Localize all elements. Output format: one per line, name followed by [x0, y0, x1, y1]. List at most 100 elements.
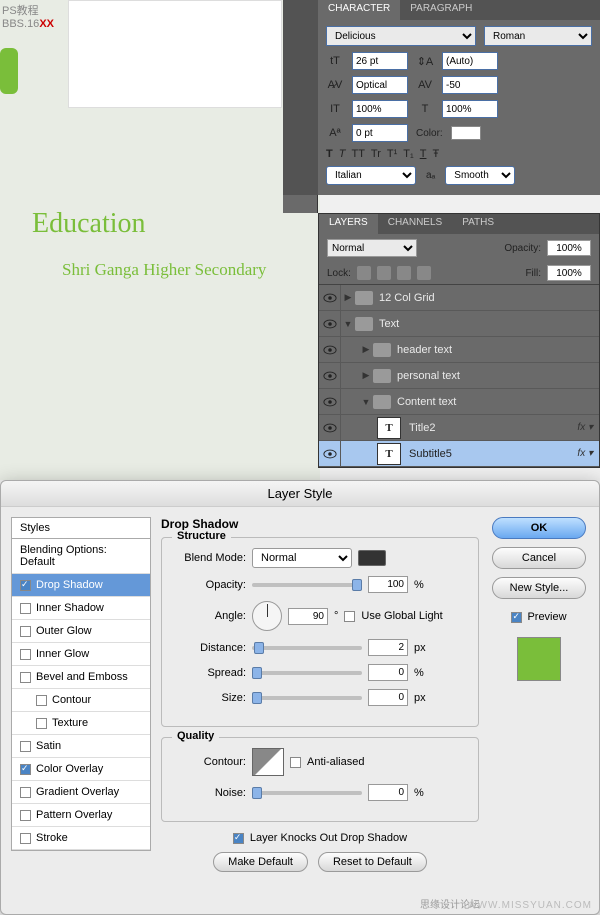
contour-picker[interactable]	[252, 748, 284, 776]
size-slider[interactable]	[252, 696, 362, 700]
ok-button[interactable]: OK	[492, 517, 586, 539]
language-select[interactable]: Italian	[326, 166, 416, 185]
layer-row[interactable]: ▶personal text	[319, 363, 599, 389]
style-item[interactable]: Gradient Overlay	[12, 781, 150, 804]
layer-opacity-input[interactable]	[547, 240, 591, 256]
layer-row[interactable]: ▼Text	[319, 311, 599, 337]
angle-input[interactable]	[288, 608, 328, 625]
lock-transparent-icon[interactable]	[357, 266, 371, 280]
visibility-eye-icon[interactable]	[319, 337, 341, 362]
spread-slider[interactable]	[252, 671, 362, 675]
allcaps-button[interactable]: TT	[351, 148, 364, 160]
knockout-checkbox[interactable]	[233, 833, 244, 844]
reset-default-button[interactable]: Reset to Default	[318, 852, 427, 872]
layer-row[interactable]: ▼Content text	[319, 389, 599, 415]
style-checkbox[interactable]	[20, 764, 31, 775]
style-item[interactable]: Inner Glow	[12, 643, 150, 666]
style-checkbox[interactable]	[20, 810, 31, 821]
font-size-input[interactable]	[352, 52, 408, 70]
tab-paragraph[interactable]: PARAGRAPH	[400, 0, 482, 20]
blending-options-item[interactable]: Blending Options: Default	[12, 539, 150, 574]
font-style-select[interactable]: Roman	[484, 26, 592, 46]
tab-character[interactable]: CHARACTER	[318, 0, 400, 20]
style-checkbox[interactable]	[36, 695, 47, 706]
preview-checkbox[interactable]	[511, 612, 522, 623]
style-item[interactable]: Color Overlay	[12, 758, 150, 781]
visibility-eye-icon[interactable]	[319, 441, 341, 466]
style-item[interactable]: Bevel and Emboss	[12, 666, 150, 689]
style-checkbox[interactable]	[20, 603, 31, 614]
font-family-select[interactable]: Delicious	[326, 26, 476, 46]
italic-button[interactable]: T	[339, 148, 346, 160]
lock-position-icon[interactable]	[397, 266, 411, 280]
style-item[interactable]: Texture	[12, 712, 150, 735]
style-item[interactable]: Satin	[12, 735, 150, 758]
tab-paths[interactable]: PATHS	[452, 214, 504, 234]
new-style-button[interactable]: New Style...	[492, 577, 586, 599]
leading-input[interactable]	[442, 52, 498, 70]
make-default-button[interactable]: Make Default	[213, 852, 308, 872]
style-item[interactable]: Outer Glow	[12, 620, 150, 643]
noise-slider[interactable]	[252, 791, 362, 795]
superscript-button[interactable]: T¹	[387, 148, 397, 160]
antialias-select[interactable]: Smooth	[445, 166, 515, 185]
disclosure-arrow-icon[interactable]: ▼	[359, 397, 373, 407]
strikethrough-button[interactable]: Ŧ	[432, 148, 439, 160]
tracking-input[interactable]	[442, 76, 498, 94]
vscale-input[interactable]	[352, 100, 408, 118]
disclosure-arrow-icon[interactable]: ▶	[359, 344, 373, 355]
opacity-input[interactable]	[368, 576, 408, 593]
blend-mode-select[interactable]: Normal	[252, 548, 352, 568]
distance-input[interactable]	[368, 639, 408, 656]
layer-row[interactable]: ▶header text	[319, 337, 599, 363]
visibility-eye-icon[interactable]	[319, 311, 341, 336]
hscale-input[interactable]	[442, 100, 498, 118]
cancel-button[interactable]: Cancel	[492, 547, 586, 569]
layer-row[interactable]: TTitle2fx ▾	[319, 415, 599, 441]
kerning-select[interactable]	[352, 76, 408, 94]
layer-blend-mode[interactable]: Normal	[327, 239, 417, 257]
layer-row[interactable]: TSubtitle5fx ▾	[319, 441, 599, 467]
subscript-button[interactable]: T₁	[403, 148, 413, 160]
fx-badge[interactable]: fx ▾	[577, 422, 593, 433]
global-light-checkbox[interactable]	[344, 611, 355, 622]
style-item[interactable]: Stroke	[12, 827, 150, 850]
size-input[interactable]	[368, 689, 408, 706]
visibility-eye-icon[interactable]	[319, 363, 341, 388]
tab-layers[interactable]: LAYERS	[319, 214, 378, 234]
visibility-eye-icon[interactable]	[319, 415, 341, 440]
baseline-input[interactable]	[352, 124, 408, 142]
shadow-color-swatch[interactable]	[358, 550, 386, 566]
style-checkbox[interactable]	[20, 580, 31, 591]
style-item[interactable]: Contour	[12, 689, 150, 712]
style-checkbox[interactable]	[20, 833, 31, 844]
style-item[interactable]: Drop Shadow	[12, 574, 150, 597]
style-checkbox[interactable]	[36, 718, 47, 729]
spread-input[interactable]	[368, 664, 408, 681]
styles-header[interactable]: Styles	[11, 517, 151, 538]
disclosure-arrow-icon[interactable]: ▶	[341, 292, 355, 303]
style-checkbox[interactable]	[20, 787, 31, 798]
smallcaps-button[interactable]: Tr	[371, 148, 381, 160]
underline-button[interactable]: T	[420, 148, 427, 160]
visibility-eye-icon[interactable]	[319, 285, 341, 310]
lock-pixels-icon[interactable]	[377, 266, 391, 280]
disclosure-arrow-icon[interactable]: ▶	[359, 370, 373, 381]
style-checkbox[interactable]	[20, 672, 31, 683]
lock-all-icon[interactable]	[417, 266, 431, 280]
bold-button[interactable]: T	[326, 148, 333, 160]
style-item[interactable]: Inner Shadow	[12, 597, 150, 620]
angle-dial[interactable]	[252, 601, 282, 631]
opacity-slider[interactable]	[252, 583, 362, 587]
noise-input[interactable]	[368, 784, 408, 801]
disclosure-arrow-icon[interactable]: ▼	[341, 319, 355, 329]
visibility-eye-icon[interactable]	[319, 389, 341, 414]
layer-row[interactable]: ▶12 Col Grid	[319, 285, 599, 311]
distance-slider[interactable]	[252, 646, 362, 650]
tab-channels[interactable]: CHANNELS	[378, 214, 452, 234]
style-checkbox[interactable]	[20, 741, 31, 752]
style-checkbox[interactable]	[20, 649, 31, 660]
style-checkbox[interactable]	[20, 626, 31, 637]
style-item[interactable]: Pattern Overlay	[12, 804, 150, 827]
text-color-swatch[interactable]	[451, 126, 481, 140]
